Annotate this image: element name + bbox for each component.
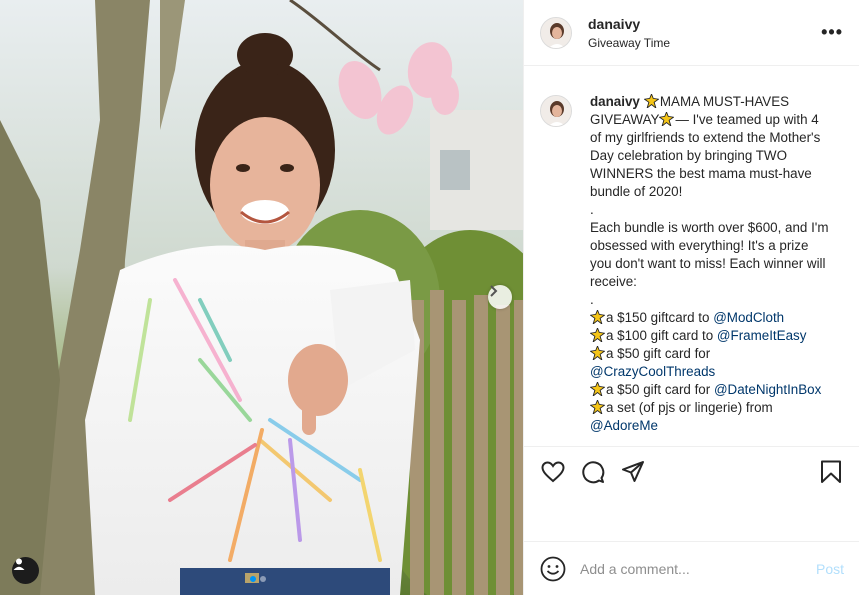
prize-item: a $150 giftcard to @ModCloth <box>590 309 830 327</box>
caption-avatar[interactable] <box>540 95 572 127</box>
prize-item: a set (of pjs or lingerie) from @AdoreMe <box>590 399 830 435</box>
carousel-dot-2 <box>260 576 266 582</box>
share-button[interactable] <box>620 459 646 485</box>
post-actions-bar <box>524 446 859 496</box>
sparkle-icon <box>590 346 605 360</box>
smiley-icon <box>540 556 566 581</box>
carousel-next-button[interactable] <box>488 285 512 309</box>
mention-link[interactable]: @ModCloth <box>713 310 784 325</box>
emoji-button[interactable] <box>540 556 566 582</box>
sparkle-icon <box>659 112 675 126</box>
post-side-panel: danaivy Giveaway Time ••• danaivy MAMA MU… <box>523 0 859 595</box>
header-username[interactable]: danaivy <box>588 16 670 32</box>
caption-separator-1: . <box>590 202 594 217</box>
tagged-users-button[interactable] <box>12 557 39 584</box>
caption-comment: danaivy MAMA MUST-HAVES GIVEAWAY — I've te… <box>540 93 844 435</box>
comment-input[interactable] <box>580 560 806 577</box>
prize-text: a $50 gift card for <box>606 382 714 397</box>
mention-link[interactable]: @DateNightInBox <box>714 382 821 397</box>
comment-button[interactable] <box>580 459 606 485</box>
heart-icon <box>541 460 565 482</box>
prize-item: a $50 gift card for @DateNightInBox <box>590 381 830 399</box>
carousel-indicator <box>250 576 266 582</box>
caption-username[interactable]: danaivy <box>590 94 640 109</box>
sparkle-icon <box>590 400 605 414</box>
prize-text: a set (of pjs or lingerie) from <box>606 400 773 415</box>
sparkle-icon <box>643 94 659 108</box>
like-button[interactable] <box>540 459 566 485</box>
header-location[interactable]: Giveaway Time <box>588 36 670 50</box>
save-button[interactable] <box>818 459 844 485</box>
chevron-right-icon <box>490 285 498 297</box>
avatar-image <box>541 17 571 48</box>
more-options-button[interactable]: ••• <box>821 22 843 43</box>
post-photo[interactable] <box>0 0 523 595</box>
user-tag-icon <box>13 558 25 570</box>
more-dots-icon: ••• <box>821 22 843 42</box>
mention-link[interactable]: @AdoreMe <box>590 418 658 433</box>
caption-paragraph-2: Each bundle is worth over $600, and I'm … <box>590 220 829 289</box>
post-header: danaivy Giveaway Time ••• <box>524 0 859 66</box>
mention-link[interactable]: @FrameItEasy <box>717 328 807 343</box>
bookmark-icon <box>821 460 841 483</box>
prize-text: a $100 gift card to <box>606 328 717 343</box>
prize-text: a $50 gift card for <box>606 346 711 361</box>
avatar-image <box>541 96 571 126</box>
comment-icon <box>582 460 605 483</box>
mention-link[interactable]: @CrazyCoolThreads <box>590 364 715 379</box>
sparkle-icon <box>590 328 605 342</box>
sparkle-icon <box>590 382 605 396</box>
add-comment-bar: Post <box>524 541 859 595</box>
prize-text: a $150 giftcard to <box>606 310 714 325</box>
caption-separator-2: . <box>590 292 594 307</box>
prize-item: a $100 gift card to @FrameItEasy <box>590 327 830 345</box>
caption-scroll-area[interactable]: danaivy MAMA MUST-HAVES GIVEAWAY — I've te… <box>524 67 859 445</box>
sparkle-icon <box>590 310 605 324</box>
post-comment-button[interactable]: Post <box>816 561 844 577</box>
caption-text: danaivy MAMA MUST-HAVES GIVEAWAY — I've te… <box>590 93 830 435</box>
prize-item: a $50 gift card for @CrazyCoolThreads <box>590 345 830 381</box>
avatar[interactable] <box>540 16 572 49</box>
post-image <box>0 0 523 595</box>
paper-plane-icon <box>622 460 644 482</box>
carousel-dot-1 <box>250 576 256 582</box>
